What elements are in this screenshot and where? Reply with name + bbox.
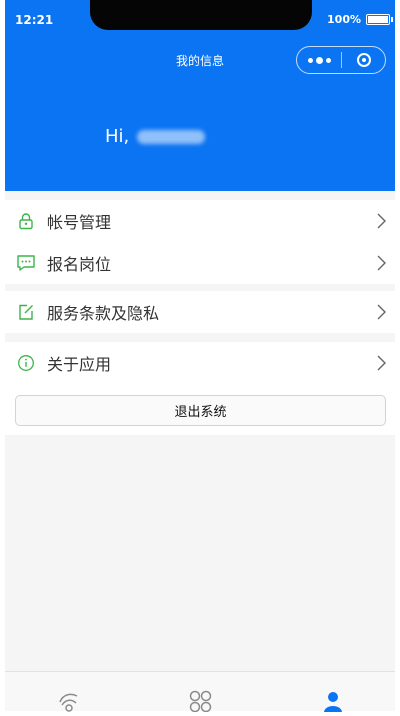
right-frame bbox=[395, 0, 400, 711]
info-icon bbox=[15, 352, 37, 374]
menu-item-account[interactable]: 帐号管理 bbox=[0, 200, 400, 242]
close-miniapp-button[interactable] bbox=[342, 53, 385, 67]
menu-item-about[interactable]: 关于应用 bbox=[0, 342, 400, 384]
chevron-right-icon bbox=[377, 355, 386, 375]
menu-item-terms[interactable]: 服务条款及隐私 bbox=[0, 291, 400, 333]
logout-section: 退出系统 bbox=[0, 384, 400, 435]
grid-icon bbox=[189, 690, 213, 716]
menu-label-terms: 服务条款及隐私 bbox=[47, 304, 160, 323]
battery-percent: 100% bbox=[327, 13, 361, 26]
terms-group: 服务条款及隐私 bbox=[0, 291, 400, 333]
more-dots-icon[interactable] bbox=[297, 56, 341, 64]
user-icon bbox=[322, 692, 344, 716]
target-circle-icon bbox=[356, 53, 371, 67]
status-time: 12:21 bbox=[15, 13, 54, 27]
battery-status: 100% bbox=[327, 13, 393, 26]
miniapp-capsule bbox=[296, 46, 386, 74]
chevron-right-icon bbox=[377, 213, 386, 233]
bottom-tab-bar bbox=[0, 671, 400, 713]
phone-notch bbox=[90, 0, 312, 30]
edit-icon bbox=[15, 301, 37, 323]
greeting-text: Hi, bbox=[105, 126, 130, 147]
chat-bubble-icon bbox=[15, 252, 37, 274]
menu-label-account: 帐号管理 bbox=[47, 213, 112, 232]
menu-label-about: 关于应用 bbox=[47, 355, 112, 374]
menu-label-apply: 报名岗位 bbox=[47, 255, 112, 274]
greeting: Hi, bbox=[105, 126, 206, 147]
left-frame bbox=[0, 0, 5, 711]
tab-home[interactable] bbox=[57, 690, 81, 716]
chevron-right-icon bbox=[377, 304, 386, 324]
logout-button[interactable]: 退出系统 bbox=[15, 395, 386, 426]
about-group: 关于应用 bbox=[0, 342, 400, 384]
tab-profile[interactable] bbox=[322, 690, 344, 716]
profile-header: 12:21 100% 我的信息 Hi, bbox=[0, 0, 400, 191]
chevron-right-icon bbox=[377, 255, 386, 275]
account-group: 帐号管理 报名岗位 bbox=[0, 200, 400, 284]
content-area: 帐号管理 报名岗位 服务条款及隐私 关于应用 退出系统 bbox=[0, 191, 400, 671]
blurred-username bbox=[137, 129, 206, 144]
tab-grid[interactable] bbox=[189, 690, 213, 716]
battery-icon bbox=[366, 14, 393, 25]
lock-icon bbox=[15, 210, 37, 232]
menu-item-apply[interactable]: 报名岗位 bbox=[0, 242, 400, 284]
home-icon bbox=[57, 693, 81, 716]
